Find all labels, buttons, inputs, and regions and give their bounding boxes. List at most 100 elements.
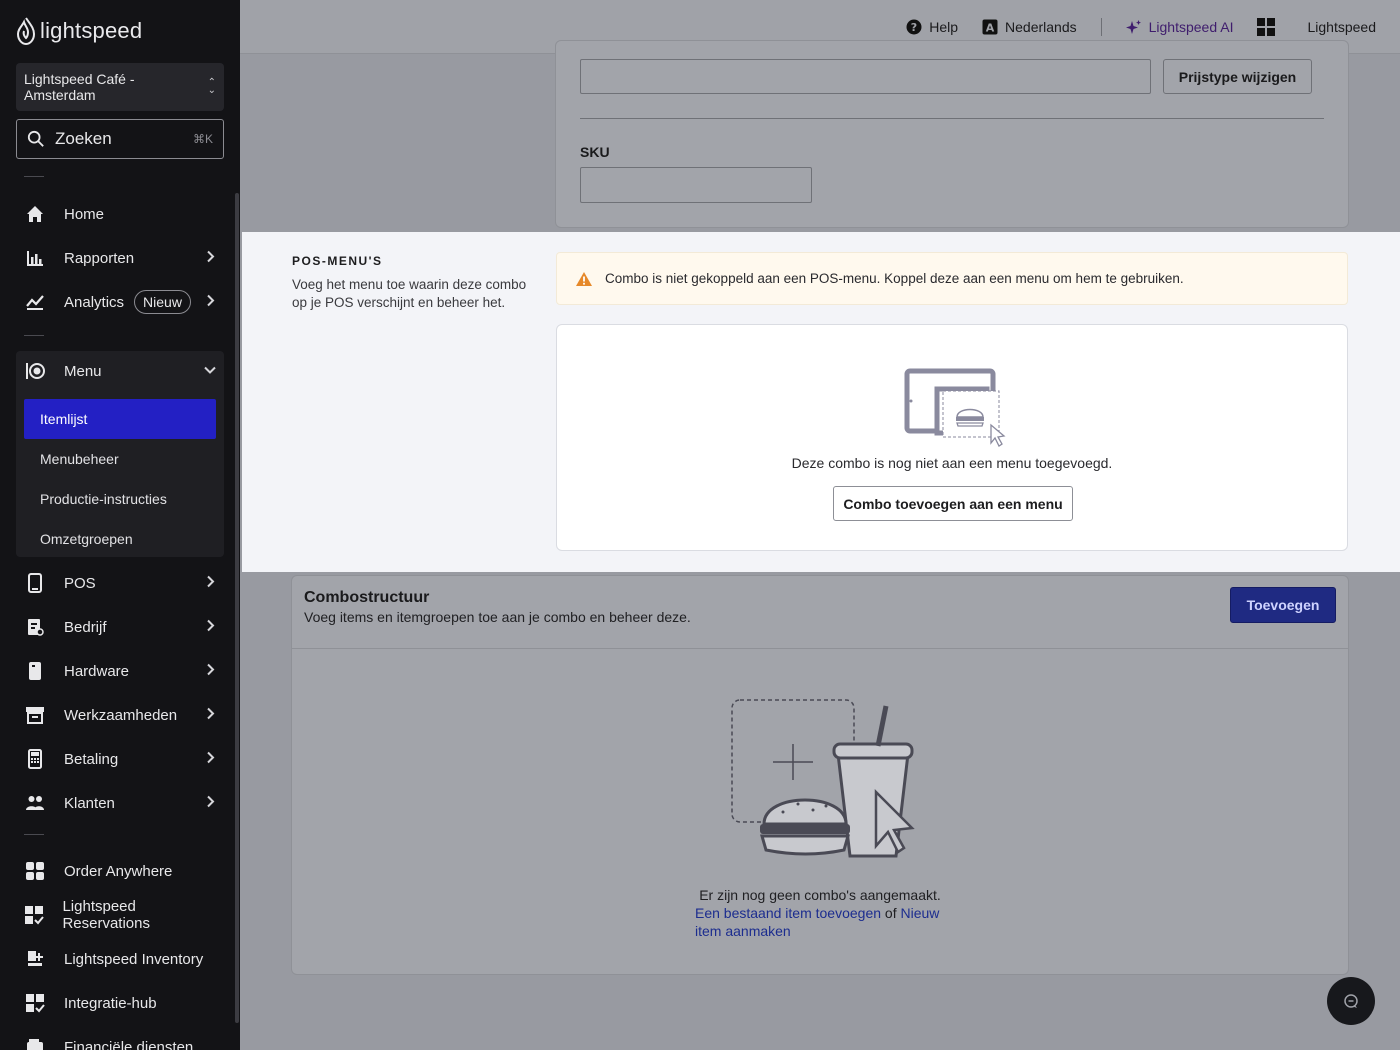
sku-input[interactable] [580,167,812,203]
nav-item-werkzaamheden[interactable]: Werkzaamheden [0,693,240,737]
nav-item-rapporten[interactable]: Rapporten [0,236,240,280]
search-input[interactable] [54,129,183,149]
wallet-icon [24,1036,46,1050]
business-icon [24,616,46,638]
nav-item-hardware[interactable]: Hardware [0,649,240,693]
chevron-right-icon [206,751,216,768]
nav-label: Order Anywhere [64,862,173,880]
price-input[interactable] [580,59,1151,94]
store-selector[interactable]: Lightspeed Café - Amsterdam ⌃ ⌄ [16,63,224,111]
nav-item-klanten[interactable]: Klanten [0,781,240,825]
empty-state-text: Deze combo is nog niet aan een menu toeg… [791,455,1113,471]
divider [580,118,1324,119]
bar-chart-icon [24,247,46,269]
add-existing-item-link[interactable]: Een bestaand item toevoegen [695,905,881,921]
menu-group: Menu Itemlijst Menubeheer Productie-inst… [16,351,224,557]
users-icon [24,792,46,814]
payment-terminal-icon [24,748,46,770]
or-text: of [884,905,897,921]
divider [24,834,44,835]
nav-item-home[interactable]: Home [0,192,240,236]
section-title: POS-MENU'S [292,254,383,268]
brand-name: lightspeed [40,18,143,43]
chevron-up-down-icon: ⌃ ⌄ [207,77,216,96]
sub-item-omzetgroepen[interactable]: Omzetgroepen [24,519,216,559]
search-icon [27,130,44,147]
nav-item-lightspeed-inventory[interactable]: Lightspeed Inventory [0,937,240,981]
chevron-right-icon [206,663,216,680]
sidebar: lightspeed Lightspeed Café - Amsterdam ⌃… [0,0,240,1050]
sku-label: SKU [580,144,610,160]
warning-banner: Combo is niet gekoppeld aan een POS-menu… [556,252,1348,305]
search-shortcut: ⌘K [192,132,213,146]
section-description: Voeg het menu toe waarin deze combo op j… [292,277,527,310]
empty-state: Er zijn nog geen combo's aangemaakt. Een… [695,886,945,940]
nav-label: Home [64,205,105,223]
svg-text:A: A [986,21,995,34]
new-badge: Nieuw [134,290,191,314]
topbar-separator [1100,17,1102,36]
sub-item-itemlijst[interactable]: Itemlijst [24,399,216,439]
nav-label: Analytics [64,293,125,311]
nav-item-order-anywhere[interactable]: Order Anywhere [0,849,240,893]
nav-item-betaling[interactable]: Betaling [0,737,240,781]
combo-structure-card: Combostructuur Voeg items en itemgroepen… [291,575,1349,975]
chevron-right-icon [206,795,216,812]
chat-support-button[interactable] [1327,977,1375,1025]
reservations-icon [24,904,44,926]
help-icon: ? [906,19,922,34]
language-selector[interactable]: A Nederlands [982,19,1077,35]
nav-item-menu[interactable]: Menu [16,351,224,391]
burger-drink-illustration [731,699,915,858]
nav-label: Lightspeed Reservations [62,898,150,932]
lightspeed-ai-link[interactable]: Lightspeed AI [1125,18,1234,35]
sub-item-productie-instructies[interactable]: Productie-instructies [24,479,216,519]
account-menu[interactable]: Lightspeed [1307,19,1376,35]
nav-label: Financiële diensten [64,1038,194,1050]
nav-label: POS [64,574,96,592]
account-label: Lightspeed [1307,18,1376,35]
home-icon [24,203,46,225]
nav-label: Hardware [64,662,130,680]
nav-top: Home Rapporten Analytics Nieuw [0,192,240,324]
warning-text: Combo is niet gekoppeld aan een POS-menu… [605,271,1184,286]
sparkle-icon [1125,19,1141,34]
lightspeed-logo[interactable]: lightspeed [16,16,142,46]
pos-menu-card: Deze combo is nog niet aan een menu toeg… [556,324,1348,551]
change-price-type-button[interactable]: Prijstype wijzigen [1163,59,1312,94]
sub-item-menubeheer[interactable]: Menubeheer [24,439,216,479]
chevron-right-icon [206,575,216,592]
trend-icon [24,291,46,313]
help-link[interactable]: ? Help [906,19,958,35]
menu-plate-icon [24,360,46,382]
divider [24,176,44,177]
language-icon: A [982,19,998,34]
card-title: Combostructuur [304,589,430,606]
add-button[interactable]: Toevoegen [1230,587,1336,623]
svg-text:?: ? [911,21,917,34]
ai-label: Lightspeed AI [1148,18,1234,35]
app-grid-button[interactable] [1257,17,1276,36]
tablet-icon [24,572,46,594]
flame-logo-icon [16,17,36,45]
nav-item-integratie-hub[interactable]: Integratie-hub [0,981,240,1025]
nav-item-analytics[interactable]: Analytics Nieuw [0,280,240,324]
chevron-right-icon [206,619,216,636]
archive-icon [24,704,46,726]
language-label: Nederlands [1005,18,1077,35]
add-combo-to-menu-button[interactable]: Combo toevoegen aan een menu [833,486,1073,521]
nav-label: Werkzaamheden [64,706,178,724]
nav-item-bedrijf[interactable]: Bedrijf [0,605,240,649]
warning-icon [576,271,592,286]
nav-item-lightspeed-reservations[interactable]: Lightspeed Reservations [0,893,240,937]
nav-label: Rapporten [64,249,135,267]
empty-state-text: Er zijn nog geen combo's aangemaakt. [699,887,941,903]
nav-label: Klanten [64,794,115,812]
sidebar-scrollbar[interactable] [235,193,239,1023]
nav-item-financiele-diensten[interactable]: Financiële diensten [0,1025,240,1050]
search-box[interactable]: ⌘K [16,119,224,159]
store-name: Lightspeed Café - Amsterdam [24,71,135,103]
nav-item-pos[interactable]: POS [0,561,240,605]
nav-apps: Order Anywhere Lightspeed Reservations L… [0,849,240,1050]
inventory-icon [24,948,46,970]
